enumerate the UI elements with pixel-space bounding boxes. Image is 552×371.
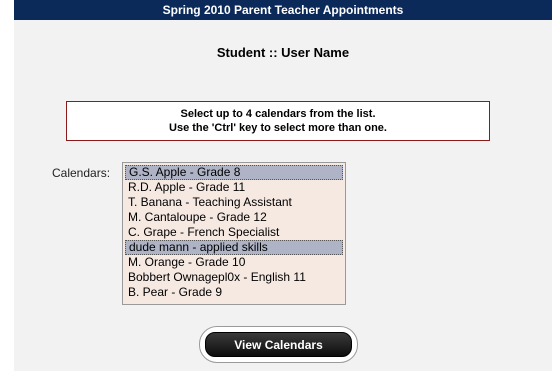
calendar-option[interactable]: T. Banana - Teaching Assistant — [125, 195, 343, 210]
page: Spring 2010 Parent Teacher Appointments … — [0, 0, 552, 371]
calendar-option[interactable]: dude mann - applied skills — [125, 240, 343, 255]
page-title: Spring 2010 Parent Teacher Appointments — [14, 0, 552, 20]
view-calendars-button-frame: View Calendars — [199, 326, 358, 363]
calendar-option[interactable]: M. Orange - Grade 10 — [125, 255, 343, 270]
calendars-listbox[interactable]: G.S. Apple - Grade 8 R.D. Apple - Grade … — [122, 162, 346, 305]
student-heading: Student :: User Name — [216, 45, 350, 60]
calendar-option[interactable]: G.S. Apple - Grade 8 — [125, 165, 343, 180]
calendars-label: Calendars: — [52, 166, 111, 180]
calendar-option[interactable]: M. Cantaloupe - Grade 12 — [125, 210, 343, 225]
calendar-option[interactable]: C. Grape - French Specialist — [125, 225, 343, 240]
instructions-box: Select up to 4 calendars from the list. … — [66, 101, 490, 141]
instructions-line-1: Select up to 4 calendars from the list. — [180, 108, 376, 120]
calendar-option[interactable]: Bobbert Ownagepl0x - English 11 — [125, 270, 343, 285]
calendar-option[interactable]: R.D. Apple - Grade 11 — [125, 180, 343, 195]
view-calendars-button[interactable]: View Calendars — [205, 332, 352, 357]
instructions-line-2: Use the 'Ctrl' key to select more than o… — [169, 122, 387, 134]
calendar-option[interactable]: B. Pear - Grade 9 — [125, 285, 343, 300]
